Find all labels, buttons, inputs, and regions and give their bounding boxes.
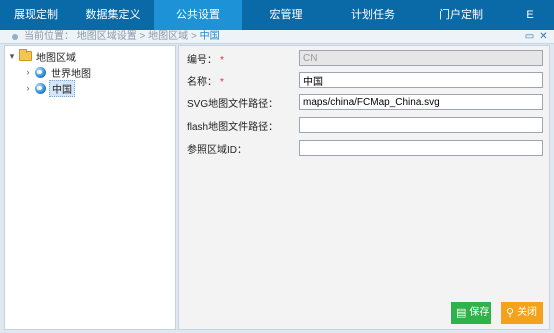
field-label: SVG地图文件路径： — [187, 98, 279, 110]
field-label: 编号： * — [187, 54, 224, 66]
code-field — [299, 50, 543, 66]
svg-path-field[interactable] — [299, 94, 543, 110]
tab-dataset[interactable]: 数据集定义 — [72, 0, 154, 30]
form-row-code: 编号： * — [187, 50, 543, 66]
tab-more[interactable]: E — [506, 0, 554, 30]
tab-scheduled-tasks[interactable]: 计划任务 — [330, 0, 416, 30]
tree-node-world[interactable]: › 世界地图 — [23, 64, 93, 80]
tree-node-root[interactable]: ▾ 地图区域 — [7, 48, 78, 64]
save-button[interactable]: ▤ 保存 — [451, 302, 491, 324]
breadcrumb: 当前位置： 地图区域设置 > 地图区域 > 中国 — [24, 30, 220, 44]
globe-icon — [35, 66, 46, 78]
collapse-toggle-icon[interactable]: › — [23, 83, 33, 93]
expand-toggle-icon[interactable]: ▾ — [7, 51, 17, 62]
form-row-svg-path: SVG地图文件路径： — [187, 94, 543, 110]
close-button[interactable]: ⚲ 关闭 — [501, 302, 543, 324]
collapse-toggle-icon[interactable]: › — [23, 67, 33, 77]
tab-macro[interactable]: 宏管理 — [242, 0, 330, 30]
search-icon: ⚲ — [506, 307, 515, 319]
save-button-label: 保存 — [469, 307, 490, 318]
tree-node-china[interactable]: › 中国 — [23, 79, 75, 97]
folder-icon — [19, 49, 32, 61]
close-icon[interactable]: ✕ — [538, 31, 549, 42]
form-row-name: 名称： * — [187, 72, 543, 88]
form-row-flash-path: flash地图文件路径： — [187, 117, 543, 133]
tab-presentation[interactable]: 展现定制 — [0, 0, 72, 30]
region-tree: ▾ 地图区域 › 世界地图 › 中国 — [4, 45, 176, 330]
tab-common-settings[interactable]: 公共设置 — [154, 0, 242, 30]
breadcrumb-prefix: 当前位置： — [24, 31, 74, 42]
globe-icon — [35, 82, 46, 94]
ref-region-id-field[interactable] — [299, 140, 543, 156]
field-label: 名称： * — [187, 76, 224, 88]
flash-path-field[interactable] — [299, 117, 543, 133]
top-nav: 展现定制 数据集定义 公共设置 宏管理 计划任务 门户定制 E — [0, 0, 554, 30]
close-button-label: 关闭 — [517, 307, 538, 318]
tree-node-label[interactable]: 地图区域 — [34, 49, 78, 64]
form-row-ref-id: 参照区域ID： — [187, 140, 543, 156]
breadcrumb-current: 中国 — [199, 31, 220, 42]
tab-portal[interactable]: 门户定制 — [416, 0, 506, 30]
breadcrumb-path[interactable]: 地图区域设置 > 地图区域 > — [77, 31, 197, 42]
bullet-icon — [12, 34, 18, 40]
region-form: 编号：* 名称：* SVG地图文件路径： flash地图文件路径： 参照区域ID… — [178, 45, 550, 330]
tree-node-label[interactable]: 中国 — [49, 79, 75, 97]
field-label: flash地图文件路径： — [187, 121, 279, 133]
name-field[interactable] — [299, 72, 543, 88]
restore-icon[interactable]: ▭ — [524, 31, 535, 42]
field-label: 参照区域ID： — [187, 144, 247, 156]
tree-node-label[interactable]: 世界地图 — [49, 65, 93, 80]
breadcrumb-bar: 当前位置： 地图区域设置 > 地图区域 > 中国 ▭ ✕ — [0, 30, 554, 44]
save-icon: ▤ — [456, 307, 467, 319]
